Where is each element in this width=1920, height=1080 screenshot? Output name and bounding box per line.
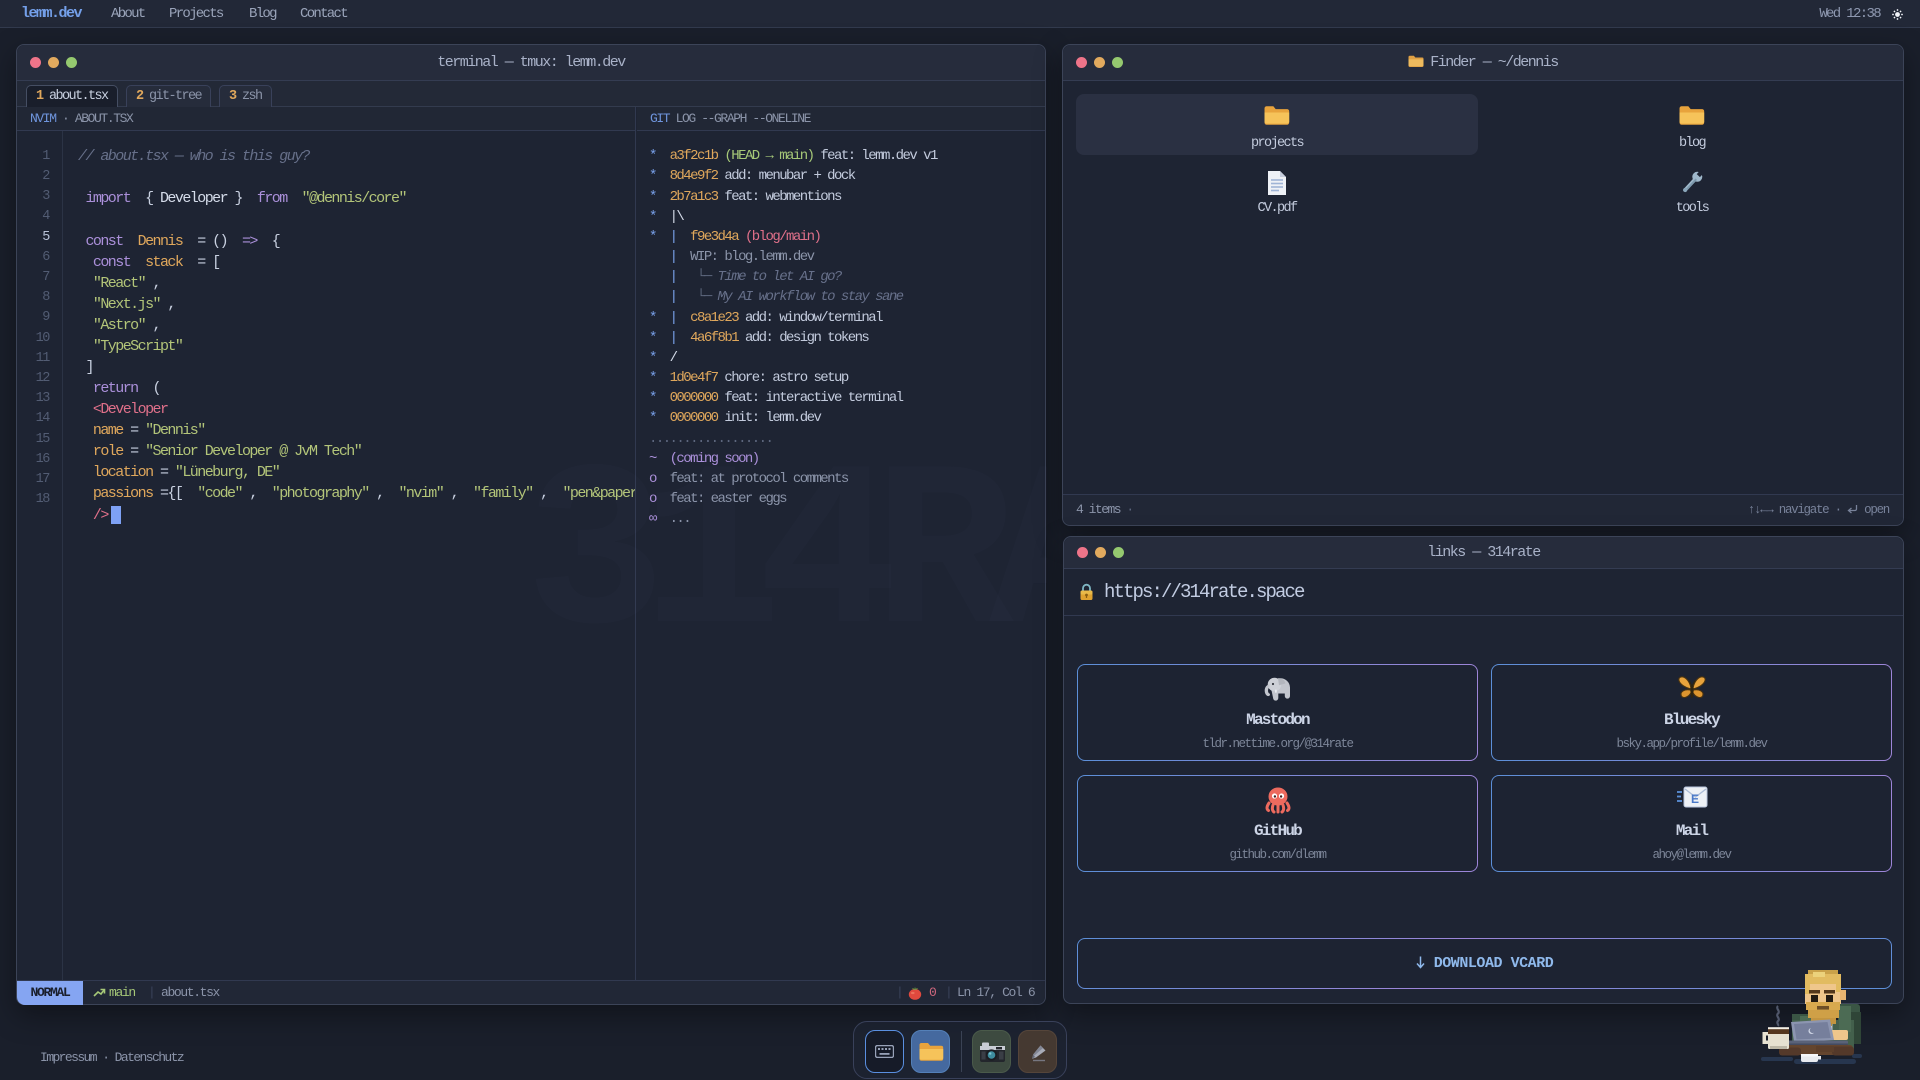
svg-text:E: E	[1691, 792, 1699, 806]
